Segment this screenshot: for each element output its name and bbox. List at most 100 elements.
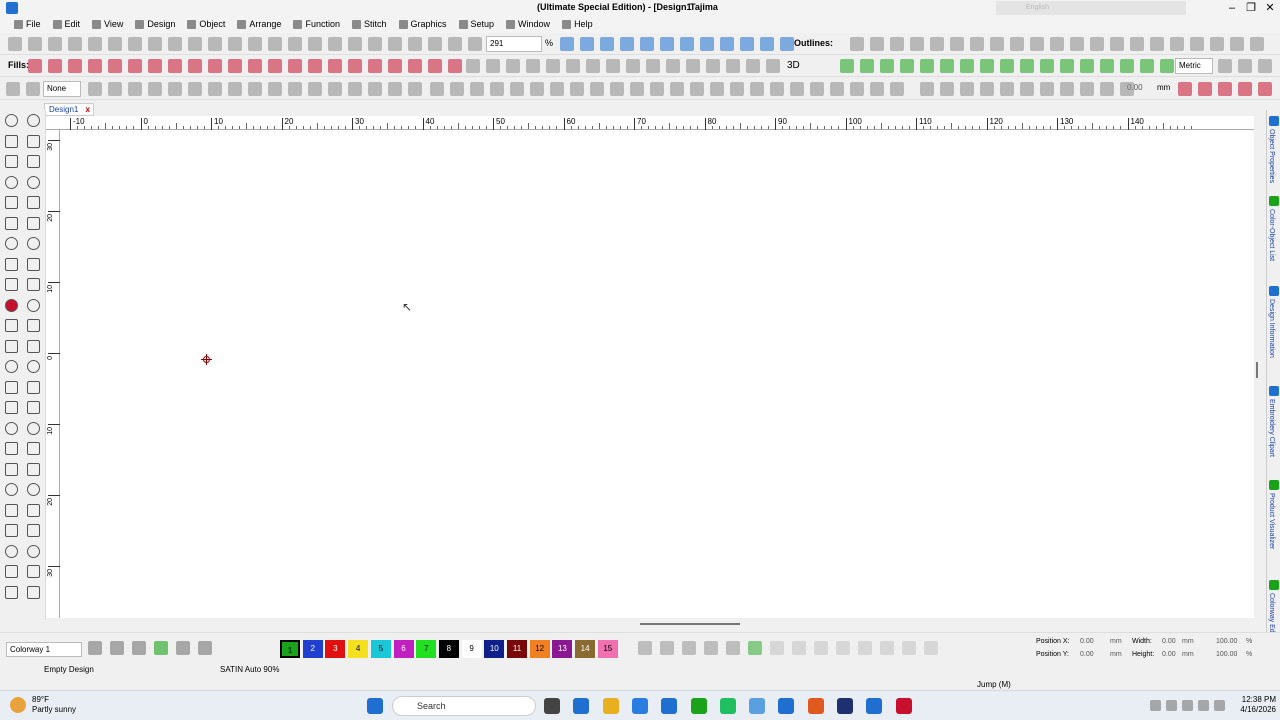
sequence-tool-icon[interactable] <box>858 641 872 655</box>
thread-color-swatch[interactable]: 14 <box>575 640 596 658</box>
toolbox-tool-icon[interactable] <box>5 421 18 435</box>
toolbox-tool-icon[interactable] <box>5 216 18 230</box>
tb2-tool-icon[interactable] <box>188 59 202 73</box>
tb1-tool-icon[interactable] <box>348 37 362 51</box>
tb3-tool-icon[interactable] <box>268 82 282 96</box>
menu-help[interactable]: Help <box>556 16 599 33</box>
tb3-tool-icon[interactable] <box>368 82 382 96</box>
tb1-tool-icon[interactable] <box>68 37 82 51</box>
tb1-tool-icon[interactable] <box>1090 37 1104 51</box>
tb1-tool-icon[interactable] <box>870 37 884 51</box>
tb2-tool-icon[interactable] <box>288 59 302 73</box>
toolbox-tool-icon[interactable] <box>5 544 18 558</box>
tb1-tool-icon[interactable] <box>168 37 182 51</box>
panel-tab-icon[interactable] <box>1269 286 1279 296</box>
toolbox-tool-icon[interactable] <box>5 237 18 250</box>
colorway-tool-icon[interactable] <box>198 641 212 655</box>
tb3-tool-icon[interactable] <box>870 82 884 96</box>
toolbox-tool-icon[interactable] <box>27 401 40 414</box>
tb2-tool-icon[interactable] <box>208 59 222 73</box>
tb3-tool-icon[interactable] <box>1100 82 1114 96</box>
tb2-tool-icon[interactable] <box>1100 59 1114 73</box>
height-value[interactable]: 0.00 <box>1162 651 1176 658</box>
panel-tab-icon[interactable] <box>1269 196 1279 206</box>
toolbox-tool-icon[interactable] <box>5 114 18 127</box>
tb1-tool-icon[interactable] <box>1150 37 1164 51</box>
tb1-tool-icon[interactable] <box>1050 37 1064 51</box>
tb1-tool-icon[interactable] <box>620 37 634 51</box>
toolbox-tool-icon[interactable] <box>27 319 40 332</box>
tb2-tool-icon[interactable] <box>428 59 442 73</box>
tb2-tool-icon[interactable] <box>1060 59 1074 73</box>
tb2-tool-icon[interactable] <box>626 59 640 73</box>
tb1-tool-icon[interactable] <box>990 37 1004 51</box>
toolbox-tool-icon[interactable] <box>27 462 40 476</box>
tb2-tool-icon[interactable] <box>48 59 62 73</box>
tb1-tool-icon[interactable] <box>950 37 964 51</box>
panel-tab-label[interactable]: Design Information <box>1268 299 1275 358</box>
tb1-tool-icon[interactable] <box>468 37 482 51</box>
tb2-tool-icon[interactable] <box>1120 59 1134 73</box>
system-tray-icon[interactable] <box>1182 700 1193 711</box>
toolbox-tool-icon[interactable] <box>5 134 18 148</box>
tb3-tool-icon[interactable] <box>490 82 504 96</box>
tb1-tool-icon[interactable] <box>328 37 342 51</box>
tb3-tool-icon[interactable] <box>830 82 844 96</box>
tb3-tool-icon[interactable] <box>730 82 744 96</box>
colorway-select[interactable]: Colorway 1 <box>6 642 82 657</box>
windows-start-icon[interactable] <box>367 698 383 714</box>
toolbox-tool-icon[interactable] <box>5 175 18 189</box>
tb3-tool-icon[interactable] <box>470 82 484 96</box>
sequence-tool-icon[interactable] <box>638 641 652 655</box>
toolbox-tool-icon[interactable] <box>5 503 18 517</box>
tb2-tool-icon[interactable] <box>248 59 262 73</box>
tb1-tool-icon[interactable] <box>448 37 462 51</box>
sequence-tool-icon[interactable] <box>792 641 806 655</box>
tb3-tool-icon[interactable] <box>850 82 864 96</box>
tb3-tool-icon[interactable] <box>1238 82 1252 96</box>
tb3-tool-icon[interactable] <box>128 82 142 96</box>
tb1-tool-icon[interactable] <box>248 37 262 51</box>
tb3-tool-icon[interactable] <box>408 82 422 96</box>
tb2-tool-icon[interactable] <box>1160 59 1174 73</box>
thread-color-swatch[interactable]: 7 <box>416 640 437 658</box>
panel-tab-icon[interactable] <box>1269 116 1279 126</box>
system-tray-icon[interactable] <box>1198 700 1209 711</box>
tb2-tool-icon[interactable] <box>88 59 102 73</box>
tb2-tool-icon[interactable] <box>586 59 600 73</box>
tb3-tool-icon[interactable] <box>920 82 934 96</box>
menu-edit[interactable]: Edit <box>47 16 87 33</box>
toolbox-tool-icon[interactable] <box>27 175 40 189</box>
toolbox-tool-icon[interactable] <box>5 278 18 291</box>
taskbar-app-icon[interactable] <box>895 698 912 714</box>
panel-tab-label[interactable]: Product Visualizer <box>1268 493 1275 549</box>
toolbox-tool-icon[interactable] <box>27 442 40 455</box>
tb3-tool-icon[interactable] <box>550 82 564 96</box>
toolbox-tool-icon[interactable] <box>27 196 40 209</box>
tb2-tool-icon[interactable] <box>228 59 242 73</box>
tb3-tool-icon[interactable] <box>450 82 464 96</box>
tb2-tool-icon[interactable] <box>746 59 760 73</box>
sequence-tool-icon[interactable] <box>770 641 784 655</box>
horizontal-scroll-thumb[interactable] <box>640 623 740 625</box>
tb1-tool-icon[interactable] <box>368 37 382 51</box>
tb1-tool-icon[interactable] <box>1250 37 1264 51</box>
toolbox-tool-icon[interactable] <box>5 442 18 455</box>
tb3-tool-icon[interactable] <box>1258 82 1272 96</box>
tb1-tool-icon[interactable] <box>208 37 222 51</box>
tb3-tool-icon[interactable] <box>630 82 644 96</box>
toolbox-tool-icon[interactable] <box>5 524 18 537</box>
tb1-tool-icon[interactable] <box>760 37 774 51</box>
taskbar-app-icon[interactable] <box>661 698 678 714</box>
menu-setup[interactable]: Setup <box>453 16 501 33</box>
tb3-tool-icon[interactable] <box>710 82 724 96</box>
tb3-tool-icon[interactable] <box>960 82 974 96</box>
tb2-tool-icon[interactable] <box>686 59 700 73</box>
panel-tab-icon[interactable] <box>1269 580 1279 590</box>
panel-tab-icon[interactable] <box>1269 480 1279 490</box>
toolbox-tool-icon[interactable] <box>27 134 40 148</box>
tb2-tool-icon[interactable] <box>980 59 994 73</box>
system-clock[interactable]: 12:38 PM 4/16/2026 <box>1232 695 1276 715</box>
thread-color-swatch[interactable]: 10 <box>484 640 505 658</box>
tb2-tool-icon[interactable] <box>1040 59 1054 73</box>
